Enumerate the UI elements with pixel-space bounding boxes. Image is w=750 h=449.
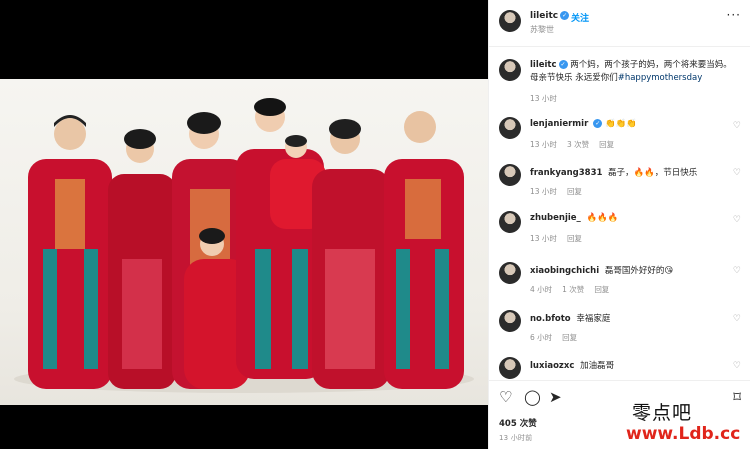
- comment-body: 🔥🔥🔥: [586, 213, 619, 223]
- post-location[interactable]: 苏黎世: [530, 24, 554, 35]
- heart-icon[interactable]: ♡: [733, 121, 741, 131]
- comment-text: zhubenjie_ 🔥🔥🔥: [530, 213, 618, 223]
- caption-line1: 两个妈，两个孩子的妈，两个将来要当妈。: [570, 60, 732, 70]
- commenter-avatar[interactable]: [499, 357, 521, 379]
- comment-item: lenjaniermir ✓ 👏👏👏 13 小时 3 次赞 回复 ♡: [489, 117, 750, 163]
- post-header: lileitc ✓ 关注 苏黎世 ···: [489, 0, 750, 47]
- caption-username[interactable]: lileitc: [530, 60, 557, 70]
- heart-icon[interactable]: ♡: [733, 266, 741, 276]
- heart-icon[interactable]: ♡: [733, 168, 741, 178]
- comment-username[interactable]: xiaobingchichi: [530, 266, 599, 276]
- comment-meta: 6 小时 回复: [530, 332, 587, 343]
- reply-button[interactable]: 回复: [562, 333, 577, 342]
- comment-username[interactable]: zhubenjie_: [530, 213, 581, 223]
- comment-body: 磊子，🔥🔥，节日快乐: [608, 168, 698, 178]
- comment-icon[interactable]: ◯: [524, 388, 541, 406]
- heart-icon[interactable]: ♡: [499, 388, 512, 406]
- comment-text: xiaobingchichi 磊哥国外好好的😘: [530, 264, 673, 276]
- comment-username[interactable]: lenjaniermir: [530, 119, 588, 129]
- share-icon[interactable]: ➤: [549, 388, 562, 406]
- comment-username[interactable]: luxiaozxc: [530, 361, 574, 371]
- comment-text: luxiaozxc 加油磊哥: [530, 359, 614, 371]
- commenter-avatar[interactable]: [499, 164, 521, 186]
- post-media: [0, 0, 488, 449]
- comment-time: 13 小时: [530, 187, 557, 196]
- comment-likes[interactable]: 3 次赞: [567, 140, 589, 149]
- comment-body: 幸福家庭: [576, 314, 611, 324]
- comment-likes[interactable]: 1 次赞: [562, 285, 584, 294]
- comment-item: xiaobingchichi 磊哥国外好好的😘 4 小时 1 次赞 回复 ♡: [489, 262, 750, 308]
- comment-username[interactable]: frankyang3831: [530, 168, 602, 178]
- comment-meta: 13 小时 回复: [530, 233, 592, 244]
- family-photo: [0, 79, 488, 405]
- comment-time: 4 小时: [530, 285, 553, 294]
- post-caption: lileitc ✓ 两个妈，两个孩子的妈，两个将来要当妈。 母亲节快乐 永远爱你们…: [530, 59, 745, 85]
- comment-item: zhubenjie_ 🔥🔥🔥 13 小时 回复 ♡: [489, 211, 750, 257]
- verified-icon: ✓: [558, 60, 568, 69]
- reply-button[interactable]: 回复: [567, 234, 582, 243]
- verified-icon: ✓: [593, 119, 603, 128]
- commenter-avatar[interactable]: [499, 117, 521, 139]
- comment-item: no.bfoto 幸福家庭 6 小时 回复 ♡: [489, 310, 750, 356]
- commenter-avatar[interactable]: [499, 211, 521, 233]
- comment-item: frankyang3831 磊子，🔥🔥，节日快乐 13 小时 回复 ♡: [489, 164, 750, 210]
- watermark-url: www.Ldb.cc: [626, 424, 741, 444]
- comment-text: lenjaniermir ✓ 👏👏👏: [530, 119, 637, 129]
- post-side-panel: lileitc ✓ 关注 苏黎世 ··· lileitc ✓ 两个妈，两个孩子的妈，…: [488, 0, 750, 449]
- comment-time: 6 小时: [530, 333, 553, 342]
- commenter-avatar[interactable]: [499, 262, 521, 284]
- reply-button[interactable]: 回复: [594, 285, 609, 294]
- comment-text: frankyang3831 磊子，🔥🔥，节日快乐: [530, 166, 697, 178]
- comment-meta: 4 小时 1 次赞 回复: [530, 284, 619, 295]
- comment-username[interactable]: no.bfoto: [530, 314, 571, 324]
- heart-icon[interactable]: ♡: [733, 361, 741, 371]
- comment-text: no.bfoto 幸福家庭: [530, 312, 610, 324]
- comment-time: 13 小时: [530, 140, 557, 149]
- reply-button[interactable]: 回复: [567, 187, 582, 196]
- author-username-text[interactable]: lileitc: [530, 11, 558, 21]
- more-icon[interactable]: ···: [727, 8, 741, 22]
- family-photo-illustration: [14, 98, 474, 393]
- heart-icon[interactable]: ♡: [733, 314, 741, 324]
- comment-meta: 13 小时 3 次赞 回复: [530, 139, 624, 150]
- follow-button[interactable]: 关注: [571, 11, 589, 24]
- like-count[interactable]: 405 次赞: [499, 417, 537, 429]
- caption-hashtag[interactable]: #happymothersday: [618, 73, 703, 83]
- author-username[interactable]: lileitc ✓: [530, 11, 570, 21]
- heart-icon[interactable]: ♡: [733, 215, 741, 225]
- caption-line2: 母亲节快乐 永远爱你们: [530, 73, 618, 83]
- comment-meta: 13 小时 回复: [530, 186, 592, 197]
- comment-item: luxiaozxc 加油磊哥 ♡: [489, 357, 750, 379]
- post-time: 13 小时前: [499, 434, 533, 442]
- verified-icon: ✓: [560, 11, 570, 20]
- commenter-avatar[interactable]: [499, 310, 521, 332]
- comment-time: 13 小时: [530, 234, 557, 243]
- comment-body: 加油磊哥: [580, 361, 615, 371]
- author-avatar[interactable]: [499, 10, 521, 32]
- bookmark-icon[interactable]: ⌑: [733, 388, 741, 406]
- reply-button[interactable]: 回复: [599, 140, 614, 149]
- watermark-title: 零点吧: [632, 402, 693, 424]
- comment-body: 磊哥国外好好的😘: [604, 266, 674, 276]
- caption-time: 13 小时: [530, 94, 557, 103]
- caption-avatar[interactable]: [499, 59, 521, 81]
- comment-body: 👏👏👏: [604, 119, 637, 129]
